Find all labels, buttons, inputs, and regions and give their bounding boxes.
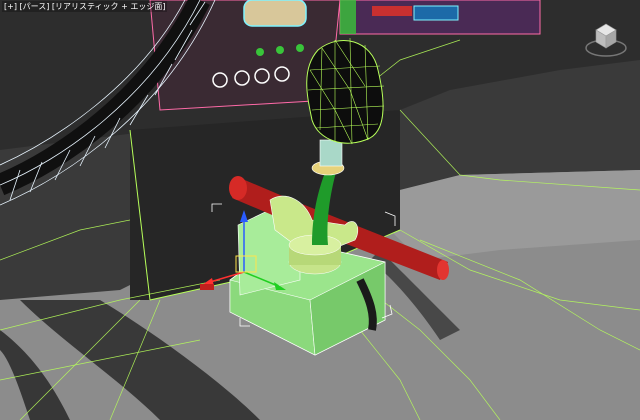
viewport-label-menu[interactable]: [+] [パース] [リアリスティック + エッジ面] (2, 1, 168, 12)
viewport-scene[interactable] (0, 0, 640, 420)
viewport-plus-menu[interactable]: [+] (4, 2, 17, 11)
small-red-part (200, 284, 214, 290)
viewport-pov-menu[interactable]: [パース] (20, 2, 50, 11)
upper-panel-screen (413, 5, 459, 21)
upper-panel-red (372, 6, 412, 16)
panel-display (243, 0, 307, 27)
viewcube-icon[interactable] (584, 18, 628, 58)
upper-panel-green (340, 0, 356, 34)
stem-boot (319, 139, 343, 167)
viewport-shading-menu[interactable]: [リアリスティック + エッジ面] (52, 2, 166, 11)
perspective-viewport[interactable]: [+] [パース] [リアリスティック + エッジ面] (0, 0, 640, 420)
